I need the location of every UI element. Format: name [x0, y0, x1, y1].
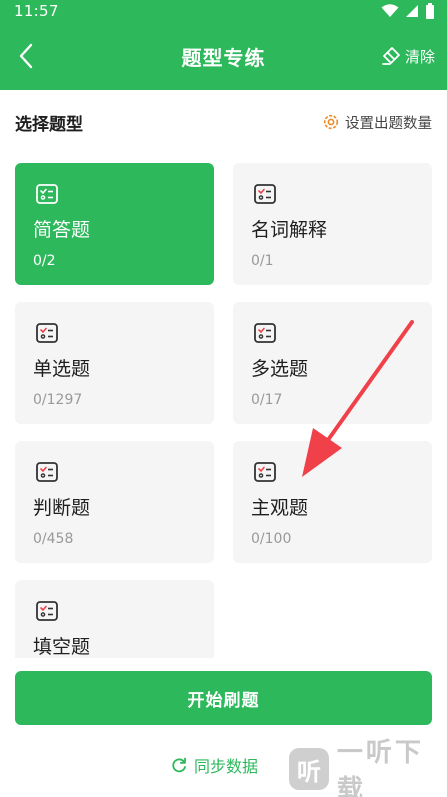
battery-icon	[426, 3, 434, 19]
eraser-icon	[382, 47, 400, 65]
back-button[interactable]	[6, 36, 46, 76]
card-short-answer[interactable]: 简答题 0/2	[15, 163, 214, 285]
card-count: 0/1297	[33, 392, 83, 408]
watermark: 听 一听下载	[283, 738, 447, 797]
page-title: 题型专练	[181, 45, 266, 70]
checklist-icon	[36, 323, 58, 343]
card-count: 0/17	[251, 392, 283, 408]
card-single-choice[interactable]: 单选题 0/1297	[15, 302, 214, 424]
status-bar: 11:57	[0, 0, 447, 22]
status-time: 11:57	[14, 2, 59, 20]
question-type-grid: 简答题 0/2 名词解释 0/1 单选题 0/1297 多选题 0/17 判断题…	[15, 163, 432, 658]
card-name: 单选题	[33, 358, 91, 380]
checklist-icon	[254, 184, 276, 204]
card-name: 填空题	[33, 636, 91, 658]
app-bar: 题型专练 清除	[0, 22, 447, 90]
gear-icon	[323, 114, 339, 130]
sync-label: 同步数据	[194, 757, 259, 776]
checklist-icon	[254, 323, 276, 343]
start-practice-button[interactable]: 开始刷题	[15, 671, 432, 725]
refresh-icon	[172, 757, 186, 773]
section-header: 选择题型 设置出题数量	[15, 106, 432, 138]
checklist-icon	[36, 601, 58, 621]
card-name: 多选题	[251, 358, 309, 380]
card-name: 主观题	[251, 497, 309, 519]
set-question-count-button[interactable]: 设置出题数量	[322, 112, 432, 133]
clear-button[interactable]: 清除	[381, 44, 435, 68]
card-name: 判断题	[33, 497, 91, 519]
status-icons	[381, 3, 435, 19]
card-count: 0/458	[33, 531, 74, 547]
sync-data-button[interactable]: 同步数据	[170, 752, 258, 778]
card-term-explanation[interactable]: 名词解释 0/1	[233, 163, 432, 285]
card-count: 0/2	[33, 253, 56, 269]
checklist-icon	[36, 184, 58, 204]
card-multiple-choice[interactable]: 多选题 0/17	[233, 302, 432, 424]
clear-label: 清除	[404, 47, 435, 66]
card-count: 0/1	[251, 253, 274, 269]
watermark-logo: 听	[289, 748, 329, 790]
card-name: 简答题	[33, 219, 91, 241]
checklist-icon	[36, 462, 58, 482]
card-true-false[interactable]: 判断题 0/458	[15, 441, 214, 563]
wifi-icon	[381, 4, 399, 17]
signal-icon	[406, 5, 418, 17]
section-title: 选择题型	[15, 114, 83, 135]
card-subjective[interactable]: 主观题 0/100	[233, 441, 432, 563]
watermark-text: 一听下载	[336, 738, 424, 797]
card-count: 0/100	[251, 531, 292, 547]
card-name: 名词解释	[251, 219, 328, 241]
chevron-left-icon	[19, 43, 33, 69]
checklist-icon	[254, 462, 276, 482]
settings-label: 设置出题数量	[345, 115, 432, 132]
card-fill-blank[interactable]: 填空题	[15, 580, 214, 658]
